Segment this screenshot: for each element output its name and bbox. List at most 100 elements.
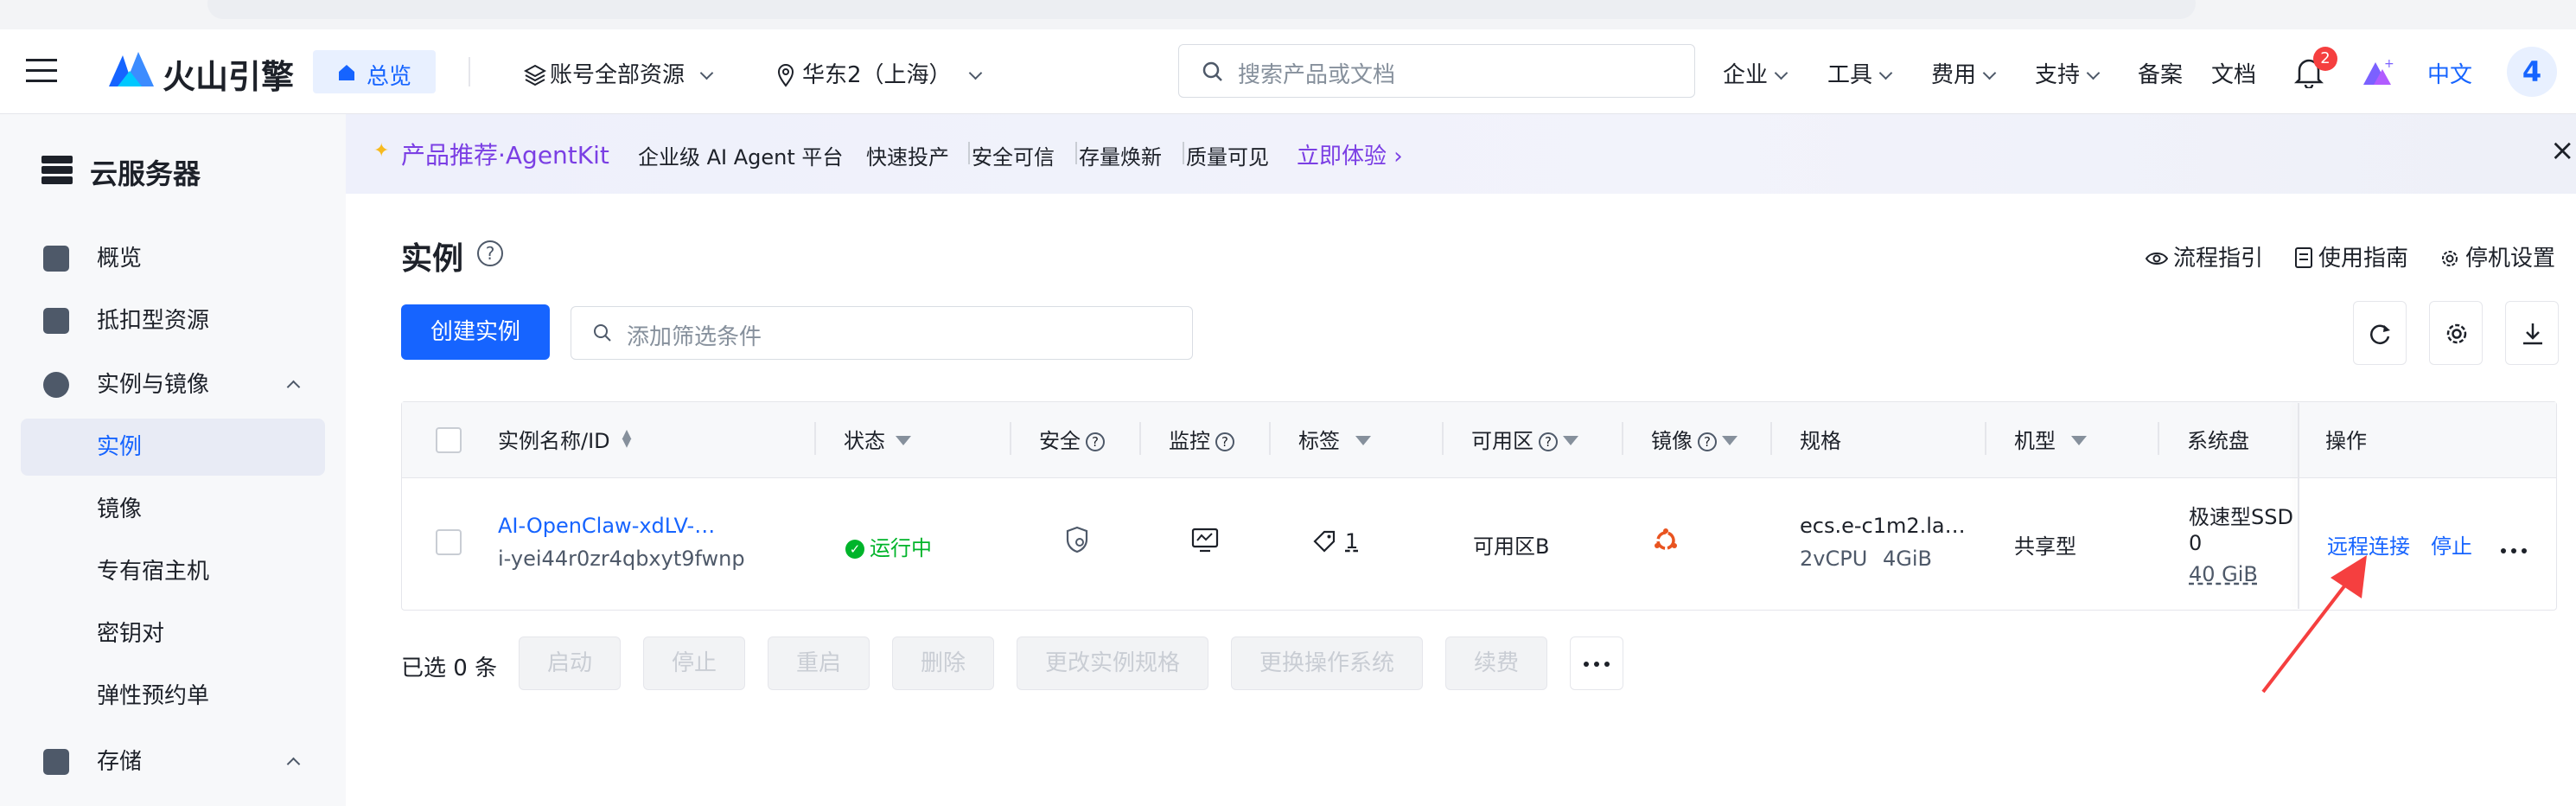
menu-docs[interactable]: 文档	[2211, 57, 2256, 89]
menu-tools[interactable]: 工具	[1827, 57, 1893, 89]
bulk-stop-button[interactable]: 停止	[643, 636, 745, 690]
bulk-renew-button[interactable]: 续费	[1445, 636, 1547, 690]
settings-button[interactable]	[2429, 301, 2483, 365]
column-header-zone[interactable]: 可用区?	[1471, 424, 1578, 454]
column-header-label: 安全	[1039, 429, 1081, 453]
banner-item: 存量焕新	[1079, 145, 1162, 170]
column-header-label: 镜像	[1651, 429, 1693, 453]
column-header-image[interactable]: 镜像?	[1651, 424, 1738, 454]
refresh-icon	[2370, 324, 2390, 345]
shutdown-settings-link[interactable]: 停机设置	[2439, 240, 2555, 272]
address-bar[interactable]	[207, 0, 2196, 19]
sidebar-item-label: 弹性预约单	[97, 683, 210, 709]
sparkle-icon: ✦	[373, 140, 390, 162]
column-header-name[interactable]: 实例名称/ID ▲ ▼	[498, 424, 631, 454]
sidebar-item-label: 存储	[97, 749, 143, 775]
close-icon[interactable]: ×	[2550, 133, 2575, 168]
filter-icon	[1722, 436, 1738, 445]
gear-icon	[2442, 251, 2458, 266]
filter-icon	[896, 436, 911, 445]
menu-filing[interactable]: 备案	[2138, 57, 2183, 89]
global-search-input[interactable]: 搜索产品或文档	[1178, 44, 1695, 98]
shield-icon[interactable]	[1065, 526, 1089, 553]
sidebar-item-instances-images[interactable]: 实例与镜像	[21, 356, 325, 413]
banner-cta[interactable]: 立即体验 ›	[1297, 138, 1403, 170]
filter-input[interactable]: 添加筛选条件	[571, 306, 1193, 360]
select-all-checkbox[interactable]	[436, 427, 462, 453]
download-button[interactable]	[2505, 301, 2559, 365]
stop-link[interactable]: 停止	[2431, 529, 2472, 560]
banner-item: 快速投产	[866, 145, 949, 170]
column-header-label: 监控	[1169, 429, 1210, 453]
menu-support[interactable]: 支持	[2035, 57, 2101, 89]
sidebar-item-dedicated-hosts[interactable]: 专有宿主机	[21, 543, 325, 600]
divider	[469, 57, 470, 86]
bulk-restart-button[interactable]: 重启	[768, 636, 870, 690]
tag-count[interactable]: 1	[1312, 529, 1358, 553]
menu-billing[interactable]: 费用	[1931, 57, 1997, 89]
annotation-arrow	[2261, 555, 2367, 694]
bulk-change-os-button[interactable]: 更换操作系统	[1231, 636, 1423, 690]
banner-title: 产品推荐·AgentKit	[401, 141, 609, 170]
overview-label: 总览	[367, 64, 412, 90]
sidebar-item-label: 镜像	[97, 496, 143, 522]
notification-bell[interactable]: 2	[2294, 47, 2337, 92]
column-header-security[interactable]: 安全?	[1039, 424, 1105, 454]
column-header-machine-type[interactable]: 机型	[2014, 424, 2087, 454]
help-icon[interactable]: ?	[477, 240, 503, 266]
scope-selector[interactable]: 账号全部资源	[523, 57, 714, 89]
menu-tools-label: 工具	[1827, 62, 1873, 88]
column-divider	[1139, 422, 1141, 455]
tag-count-label: 1	[1345, 529, 1359, 553]
sidebar-item-key-pairs[interactable]: 密钥对	[21, 605, 325, 662]
more-actions-icon[interactable]	[2500, 541, 2528, 553]
instance-name-link[interactable]: AI-OpenClaw-xdLV-…	[498, 514, 715, 538]
banner-item: 安全可信	[972, 145, 1055, 170]
ai-assistant-icon[interactable]: +	[2360, 55, 2394, 90]
sidebar-item-images[interactable]: 镜像	[21, 481, 325, 538]
sidebar-item-label: 抵扣型资源	[97, 308, 210, 334]
status-label: 运行中	[870, 536, 932, 560]
user-guide-link[interactable]: 使用指南	[2294, 240, 2408, 272]
instance-group-icon	[43, 372, 69, 398]
help-icon: ?	[1539, 432, 1558, 451]
bulk-more-button[interactable]	[1570, 636, 1623, 690]
sidebar-item-overview[interactable]: 概览	[21, 230, 325, 287]
column-header-tags[interactable]: 标签	[1298, 424, 1371, 454]
process-guide-label: 流程指引	[2173, 246, 2264, 272]
region-selector[interactable]: 华东2（上海）	[776, 57, 982, 89]
column-header-system-disk[interactable]: 系统盘	[2187, 424, 2249, 454]
column-header-monitor[interactable]: 监控?	[1169, 424, 1234, 454]
refresh-button[interactable]	[2353, 301, 2407, 365]
promo-banner: ✦ 产品推荐·AgentKit 企业级 AI Agent 平台 快速投产 安全可…	[346, 114, 2576, 194]
process-guide-link[interactable]: 流程指引	[2145, 240, 2264, 272]
column-header-status[interactable]: 状态	[844, 424, 911, 454]
sidebar-item-deduction-resources[interactable]: 抵扣型资源	[21, 292, 325, 349]
column-header-spec[interactable]: 规格	[1800, 424, 1841, 454]
monitor-icon[interactable]	[1191, 528, 1219, 553]
row-checkbox[interactable]	[436, 529, 462, 555]
banner-item: 企业级 AI Agent 平台	[638, 145, 844, 170]
menu-enterprise[interactable]: 企业	[1723, 57, 1789, 89]
volcengine-logo[interactable]	[109, 48, 156, 90]
column-header-label: 实例名称/ID	[498, 429, 610, 453]
top-nav: 火山引擎 总览 账号全部资源 华东2（上海） 搜索产品或文档 企业 工具 费用 …	[0, 29, 2576, 114]
cpu-value: 2vCPU	[1800, 547, 1868, 571]
bulk-change-spec-button[interactable]: 更改实例规格	[1017, 636, 1208, 690]
sidebar-item-instances[interactable]: 实例	[21, 419, 325, 476]
bulk-delete-button[interactable]: 删除	[892, 636, 994, 690]
column-divider	[1985, 422, 1986, 455]
create-instance-button[interactable]: 创建实例	[401, 304, 550, 360]
sidebar-item-storage[interactable]: 存储	[21, 733, 325, 790]
sidebar-item-reservations[interactable]: 弹性预约单	[21, 668, 325, 725]
bulk-start-button[interactable]: 启动	[519, 636, 621, 690]
avatar[interactable]: 4	[2507, 47, 2557, 97]
overview-tag[interactable]: 总览	[313, 50, 436, 93]
region-label: 华东2（上海）	[802, 62, 952, 88]
sidebar-item-label: 专有宿主机	[97, 559, 210, 585]
help-icon: ?	[1086, 432, 1105, 451]
search-icon	[594, 324, 611, 342]
column-divider	[1269, 422, 1271, 455]
language-switch[interactable]: 中文	[2427, 57, 2472, 89]
menu-icon[interactable]	[26, 59, 57, 85]
